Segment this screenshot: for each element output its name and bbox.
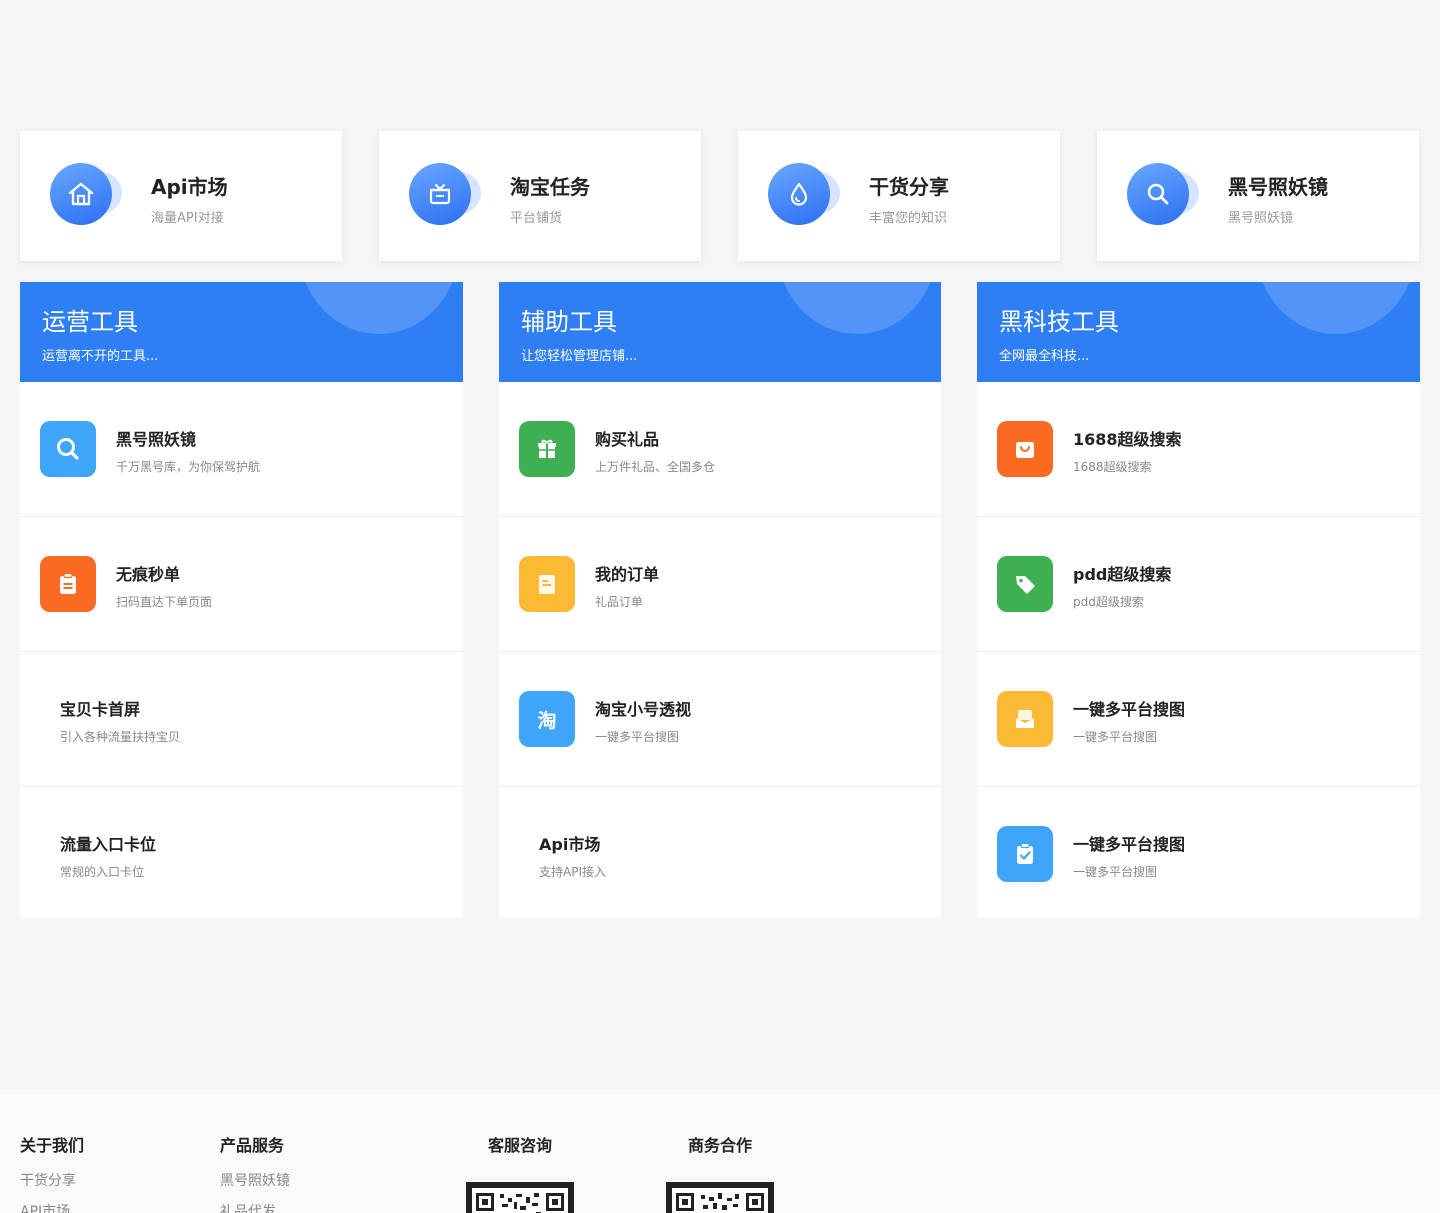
tool-item-desc: 引入各种流量扶持宝贝 bbox=[60, 730, 181, 744]
footer-products: 产品服务 黑号照妖镜 礼品代发 bbox=[220, 1132, 290, 1213]
tool-item-title: 无痕秒单 bbox=[116, 565, 181, 584]
tool-item-pdd-search[interactable]: pdd超级搜索 pdd超级搜索 bbox=[977, 517, 1420, 652]
tool-item-title: 1688超级搜索 bbox=[1073, 430, 1182, 449]
support-qr-code bbox=[466, 1182, 574, 1213]
water-drop-icon bbox=[768, 163, 830, 225]
tool-item-desc: 千万黑号库，为你保驾护航 bbox=[116, 460, 261, 474]
tool-item-title: 宝贝卡首屏 bbox=[60, 700, 141, 719]
footer-link[interactable]: 黑号照妖镜 bbox=[220, 1170, 290, 1190]
column-header: 辅助工具 让您轻松管理店铺... bbox=[499, 282, 941, 382]
tool-item-desc: 一键多平台搜图 bbox=[1073, 730, 1158, 744]
tool-item-multi-platform-image-search[interactable]: 一键多平台搜图 一键多平台搜图 bbox=[977, 652, 1420, 787]
tool-item-traffic-entry[interactable]: 流量入口卡位 常规的入口卡位 bbox=[20, 787, 463, 922]
tool-item-desc: 扫码直达下单页面 bbox=[116, 595, 213, 609]
tool-item-desc: 常规的入口卡位 bbox=[60, 865, 145, 879]
tool-column-assistant: 辅助工具 让您轻松管理店铺... 购买礼品 上万件礼品、全国多仓 我的订单 礼品… bbox=[499, 282, 941, 918]
feature-card-title: Api市场 bbox=[151, 175, 228, 199]
home-icon bbox=[50, 163, 112, 225]
tool-item-1688-search[interactable]: 1688超级搜索 1688超级搜索 bbox=[977, 382, 1420, 517]
column-header: 黑科技工具 全网最全科技... bbox=[977, 282, 1420, 382]
tool-item-multi-platform-image-search[interactable]: 一键多平台搜图 一键多平台搜图 bbox=[977, 787, 1420, 922]
footer-about: 关于我们 干货分享 API市场 bbox=[20, 1132, 84, 1213]
clipboard-icon bbox=[40, 556, 96, 612]
tool-item-api-market[interactable]: Api市场 支持API接入 bbox=[499, 787, 941, 922]
column-subtitle: 运营离不开的工具... bbox=[42, 349, 159, 364]
tool-item-desc: 礼品订单 bbox=[595, 595, 644, 609]
search-icon bbox=[1127, 163, 1189, 225]
footer-link[interactable]: API市场 bbox=[20, 1201, 84, 1213]
feature-card-black-account-check[interactable]: 黑号照妖镜 黑号照妖镜 bbox=[1097, 131, 1419, 261]
tool-item-title: 黑号照妖镜 bbox=[116, 430, 197, 449]
feature-card-title: 干货分享 bbox=[869, 175, 949, 199]
feature-card-subtitle: 黑号照妖镜 bbox=[1228, 211, 1294, 226]
footer-support: 客服咨询 bbox=[488, 1132, 552, 1156]
tool-item-title: 一键多平台搜图 bbox=[1073, 835, 1186, 854]
footer-business: 商务合作 bbox=[688, 1132, 752, 1156]
taobao-icon: 淘 bbox=[519, 691, 575, 747]
column-title: 辅助工具 bbox=[521, 308, 617, 336]
gift-box-icon bbox=[409, 163, 471, 225]
business-qr-code bbox=[666, 1182, 774, 1213]
feature-card-subtitle: 平台铺货 bbox=[510, 211, 563, 226]
tool-item-title: 流量入口卡位 bbox=[60, 835, 157, 854]
clipboard-check-icon bbox=[997, 826, 1053, 882]
feature-card-title: 淘宝任务 bbox=[510, 175, 590, 199]
feature-cards: Api市场 海量API对接 淘宝任务 平台铺货 干货分享 丰富您的知识 黑号照妖… bbox=[20, 131, 1420, 261]
tool-item-first-screen[interactable]: 宝贝卡首屏 引入各种流量扶持宝贝 bbox=[20, 652, 463, 787]
tool-column-tech: 黑科技工具 全网最全科技... 1688超级搜索 1688超级搜索 pdd超级搜… bbox=[977, 282, 1420, 918]
tool-item-desc: 1688超级搜索 bbox=[1073, 460, 1152, 474]
document-icon bbox=[519, 556, 575, 612]
footer-link[interactable]: 干货分享 bbox=[20, 1170, 84, 1190]
footer-heading: 产品服务 bbox=[220, 1136, 285, 1155]
tool-item-black-account-check[interactable]: 黑号照妖镜 千万黑号库，为你保驾护航 bbox=[20, 382, 463, 517]
tool-column-operations: 运营工具 运营离不开的工具... 黑号照妖镜 千万黑号库，为你保驾护航 无痕秒单… bbox=[20, 282, 463, 918]
footer-heading: 关于我们 bbox=[20, 1136, 85, 1155]
tool-item-title: pdd超级搜索 bbox=[1073, 565, 1172, 584]
footer: 关于我们 干货分享 API市场 产品服务 黑号照妖镜 礼品代发 客服咨询 商务合… bbox=[0, 1090, 1440, 1213]
tool-item-taobao-account-view[interactable]: 淘 淘宝小号透视 一键多平台搜图 bbox=[499, 652, 941, 787]
tool-item-my-orders[interactable]: 我的订单 礼品订单 bbox=[499, 517, 941, 652]
tool-item-desc: 一键多平台搜图 bbox=[595, 730, 680, 744]
tool-item-buy-gift[interactable]: 购买礼品 上万件礼品、全国多仓 bbox=[499, 382, 941, 517]
footer-heading: 商务合作 bbox=[688, 1136, 753, 1155]
column-title: 黑科技工具 bbox=[999, 308, 1119, 336]
tool-item-desc: 一键多平台搜图 bbox=[1073, 865, 1158, 879]
feature-card-subtitle: 丰富您的知识 bbox=[869, 211, 948, 226]
tool-item-desc: 上万件礼品、全国多仓 bbox=[595, 460, 716, 474]
tool-item-title: 我的订单 bbox=[595, 565, 660, 584]
envelope-icon bbox=[997, 691, 1053, 747]
tool-item-title: Api市场 bbox=[539, 835, 601, 854]
feature-card-api-market[interactable]: Api市场 海量API对接 bbox=[20, 131, 342, 261]
tool-item-title: 一键多平台搜图 bbox=[1073, 700, 1186, 719]
feature-card-subtitle: 海量API对接 bbox=[151, 211, 224, 226]
tag-icon bbox=[997, 556, 1053, 612]
shopping-bag-icon bbox=[997, 421, 1053, 477]
footer-link[interactable]: 礼品代发 bbox=[220, 1201, 290, 1213]
tool-item-traceless-order[interactable]: 无痕秒单 扫码直达下单页面 bbox=[20, 517, 463, 652]
tool-item-title: 淘宝小号透视 bbox=[595, 700, 692, 719]
column-header: 运营工具 运营离不开的工具... bbox=[20, 282, 463, 382]
feature-card-title: 黑号照妖镜 bbox=[1228, 175, 1328, 199]
column-title: 运营工具 bbox=[42, 308, 138, 336]
tool-item-desc: 支持API接入 bbox=[539, 865, 606, 879]
column-subtitle: 全网最全科技... bbox=[999, 349, 1090, 364]
feature-card-knowledge-share[interactable]: 干货分享 丰富您的知识 bbox=[738, 131, 1060, 261]
tool-item-title: 购买礼品 bbox=[595, 430, 660, 449]
feature-card-taobao-task[interactable]: 淘宝任务 平台铺货 bbox=[379, 131, 701, 261]
search-icon bbox=[40, 421, 96, 477]
column-subtitle: 让您轻松管理店铺... bbox=[521, 349, 638, 364]
gift-icon bbox=[519, 421, 575, 477]
tool-item-desc: pdd超级搜索 bbox=[1073, 595, 1144, 609]
footer-heading: 客服咨询 bbox=[488, 1136, 553, 1155]
